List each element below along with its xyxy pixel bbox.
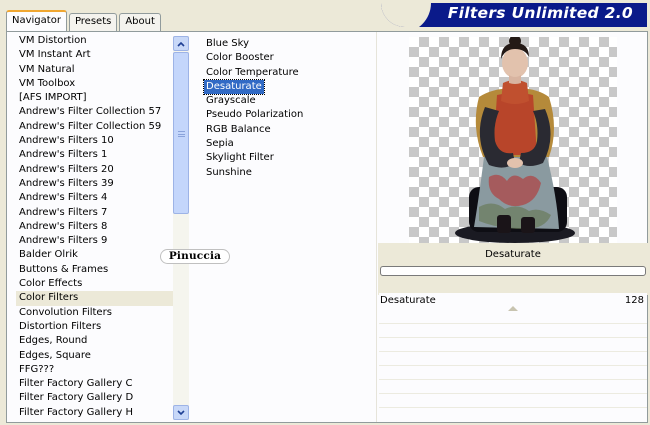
filters-unlimited-window: Navigator Presets About Filters Unlimite… bbox=[0, 0, 650, 425]
scroll-up-button[interactable] bbox=[173, 36, 189, 51]
category-item[interactable]: VM Natural bbox=[16, 63, 176, 77]
empty-parameter-row bbox=[379, 339, 647, 352]
woman-figure-image bbox=[455, 37, 575, 243]
author-watermark: Pinuccia bbox=[160, 249, 230, 264]
filter-item[interactable]: Desaturate bbox=[203, 78, 265, 96]
parameter-value: 128 bbox=[624, 295, 644, 306]
category-item[interactable]: Andrew's Filters 7 bbox=[16, 206, 176, 220]
category-item[interactable]: Convolution Filters bbox=[16, 306, 176, 320]
category-item[interactable]: VM Instant Art bbox=[16, 48, 176, 62]
category-item[interactable]: Andrew's Filters 10 bbox=[16, 134, 176, 148]
empty-parameter-row bbox=[379, 325, 647, 338]
filter-item[interactable]: Sepia bbox=[204, 137, 236, 151]
category-item[interactable]: Filter Factory Gallery H bbox=[16, 406, 176, 420]
filter-item[interactable]: Color Temperature bbox=[204, 66, 301, 80]
filter-item[interactable]: RGB Balance bbox=[204, 123, 273, 137]
filter-item[interactable]: Sunshine bbox=[204, 166, 254, 180]
empty-parameter-row bbox=[379, 381, 647, 394]
tab-presets[interactable]: Presets bbox=[68, 13, 118, 31]
panel-divider bbox=[376, 32, 377, 422]
category-item[interactable]: Distortion Filters bbox=[16, 320, 176, 334]
filter-item[interactable]: Pseudo Polarization bbox=[204, 108, 305, 122]
filter-item[interactable]: Color Booster bbox=[204, 51, 276, 65]
chevron-up-icon bbox=[177, 41, 185, 47]
tab-navigator[interactable]: Navigator bbox=[6, 10, 67, 31]
tab-about[interactable]: About bbox=[119, 13, 161, 31]
preview-image bbox=[409, 37, 617, 244]
empty-parameter-row bbox=[379, 395, 647, 408]
filter-item[interactable]: Skylight Filter bbox=[204, 151, 276, 165]
category-item[interactable]: Andrew's Filters 1 bbox=[16, 148, 176, 162]
category-item[interactable]: Andrew's Filters 39 bbox=[16, 177, 176, 191]
category-item[interactable]: VM Distortion bbox=[16, 34, 176, 48]
category-item[interactable]: Balder Olrik bbox=[16, 248, 176, 262]
category-item[interactable]: Color Filters bbox=[16, 291, 176, 306]
category-item[interactable]: Edges, Round bbox=[16, 334, 176, 348]
navigator-panel: VM Distortion VM Instant Art VM Natural VM … bbox=[6, 31, 648, 423]
category-item[interactable]: Andrew's Filters 20 bbox=[16, 163, 176, 177]
category-item[interactable]: Andrew's Filter Collection 59 bbox=[16, 120, 176, 134]
category-list[interactable]: VM Distortion VM Instant Art VM Natural VM … bbox=[16, 34, 176, 420]
parameter-label: Desaturate bbox=[380, 295, 436, 306]
category-item[interactable]: Andrew's Filter Collection 57 bbox=[16, 105, 176, 119]
category-item[interactable]: Andrew's Filters 8 bbox=[16, 220, 176, 234]
category-item[interactable]: Buttons & Frames bbox=[16, 263, 176, 277]
scroll-down-button[interactable] bbox=[173, 405, 189, 420]
filter-item[interactable]: Grayscale bbox=[204, 94, 258, 108]
category-item[interactable]: Color Effects bbox=[16, 277, 176, 291]
parameter-row: Desaturate 128 bbox=[379, 293, 647, 311]
category-item[interactable]: [AFS IMPORT] bbox=[16, 91, 176, 105]
category-item[interactable]: Filter Factory Gallery C bbox=[16, 377, 176, 391]
tab-bar: Navigator Presets About bbox=[6, 10, 163, 31]
title-banner: Filters Unlimited 2.0 bbox=[381, 3, 647, 27]
empty-parameter-row bbox=[379, 353, 647, 366]
category-scrollbar[interactable] bbox=[173, 36, 189, 420]
category-item[interactable]: Edges, Square bbox=[16, 349, 176, 363]
empty-parameter-row bbox=[379, 367, 647, 380]
app-title: Filters Unlimited 2.0 bbox=[447, 4, 633, 22]
category-item[interactable]: Andrew's Filters 9 bbox=[16, 234, 176, 248]
filter-item[interactable]: Blue Sky bbox=[204, 37, 251, 51]
filter-name-panel: Desaturate bbox=[378, 243, 648, 295]
category-item[interactable]: VM Toolbox bbox=[16, 77, 176, 91]
category-item[interactable]: Andrew's Filters 4 bbox=[16, 191, 176, 205]
progress-bar bbox=[380, 266, 646, 276]
empty-parameter-row bbox=[379, 311, 647, 324]
category-item[interactable]: Filter Factory Gallery D bbox=[16, 391, 176, 405]
chevron-down-icon bbox=[177, 409, 185, 415]
filter-list[interactable]: Blue Sky Color Booster Color Temperature De… bbox=[203, 37, 374, 180]
category-item[interactable]: FFG??? bbox=[16, 363, 176, 377]
current-filter-name: Desaturate bbox=[485, 249, 541, 260]
scrollbar-thumb[interactable] bbox=[173, 52, 189, 214]
